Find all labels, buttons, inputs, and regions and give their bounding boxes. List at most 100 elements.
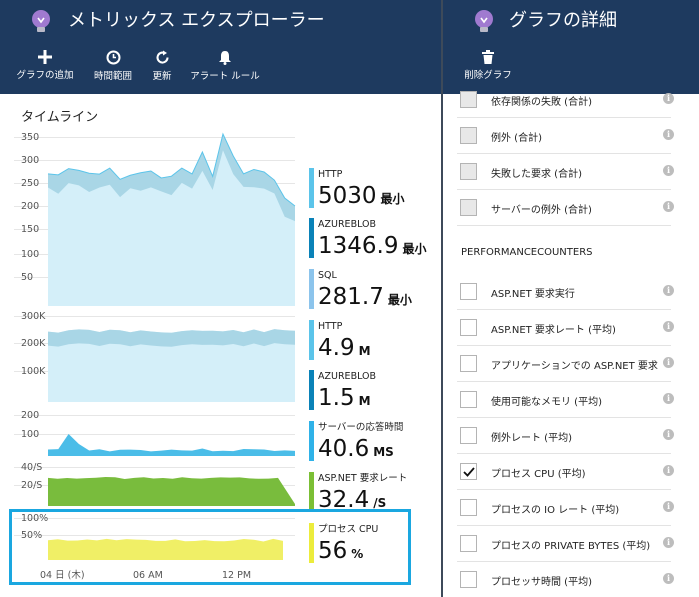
performance-counter-row[interactable]: ASP.NET 要求実行 i [457,274,674,310]
section-header-performancecounters: PERFORMANCECOUNTERS [461,247,593,258]
checkbox[interactable] [460,319,477,336]
info-icon[interactable]: i [663,393,674,404]
checkbox[interactable] [460,499,477,516]
metric-chart[interactable]: 200 100 サーバーの応答時間 40.6 MS [14,410,403,462]
info-icon[interactable]: i [663,201,674,212]
checkbox[interactable] [460,355,477,372]
metric-option-label: ASP.NET 要求レート (平均) [491,325,616,336]
info-icon[interactable]: i [663,357,674,368]
metric-value: 1.5 [318,385,355,411]
metric-label: HTTP [318,321,343,332]
metric-option-label: プロセス CPU (平均) [491,469,586,480]
metric-option-row[interactable]: 依存関係の失敗 (合計) i [457,82,674,118]
refresh-button[interactable]: 更新 [146,50,178,84]
checkbox[interactable] [460,535,477,552]
performance-counter-row[interactable]: アプリケーションでの ASP.NET 要求 i [457,346,674,382]
metric-color-swatch [309,320,314,360]
metric-summary[interactable]: HTTP 5030 最小 [309,168,405,209]
metric-color-swatch [309,269,314,309]
metric-option-label: プロセッサ時間 (平均) [491,577,592,588]
performance-counter-row[interactable]: プロセス CPU (平均) i [457,454,674,490]
metric-option-label: 使用可能なメモリ (平均) [491,397,602,408]
checkbox[interactable] [460,199,477,216]
performance-counter-row[interactable]: プロセッサ時間 (平均) i [457,562,674,597]
metric-suffix: MS [373,445,394,459]
metric-option-label: 例外 (合計) [491,133,542,144]
info-icon[interactable]: i [663,573,674,584]
time-range-label: 時間範囲 [93,71,132,82]
checkbox[interactable] [460,163,477,180]
y-tick-label: 150 [21,224,39,235]
metric-color-swatch [309,218,314,258]
y-tick-label: 100 [21,429,39,440]
blade-title: メトリックス エクスプローラー [68,10,325,31]
alert-rules-button[interactable]: アラート ルール [189,50,261,84]
metric-label: ASP.NET 要求レート [318,472,407,484]
info-icon[interactable]: i [663,165,674,176]
metric-chart[interactable]: 40/S 20/S ASP.NET 要求レート32.4/S [14,462,407,513]
metric-option-row[interactable]: サーバーの例外 (合計) i [457,190,674,226]
metric-label: SQL [318,270,338,281]
metric-option-label: 例外レート (平均) [491,433,572,444]
metric-value: 281.7 [318,284,384,310]
info-icon[interactable]: i [663,537,674,548]
metric-color-swatch [309,472,314,512]
y-tick-label: 100K [21,366,46,377]
metric-suffix: 最小 [402,241,426,256]
checkbox[interactable] [460,571,477,588]
blade-title: グラフの詳細 [509,10,617,31]
checkbox[interactable] [460,427,477,444]
add-chart-button[interactable]: グラフの追加 [14,50,76,84]
metric-value: 1346.9 [318,233,398,259]
metric-label: AZUREBLOB [318,371,376,382]
checkbox[interactable] [460,391,477,408]
time-range-button[interactable]: 時間範囲 [90,50,136,84]
info-icon[interactable]: i [663,129,674,140]
chart-details-blade: グラフの詳細 削除グラフ PERFORMANCECOUNTERS 依存関係の失敗… [443,0,699,597]
refresh-icon [156,50,169,64]
refresh-label: 更新 [152,71,172,82]
delete-chart-button[interactable]: 削除グラフ [459,50,517,84]
info-icon[interactable]: i [663,285,674,296]
metric-color-swatch [309,421,314,461]
info-icon[interactable]: i [663,429,674,440]
chart-details-body: PERFORMANCECOUNTERS 依存関係の失敗 (合計) i 例外 (合計)… [443,91,699,597]
metric-summary[interactable]: AZUREBLOB 1346.9 最小 [309,218,427,259]
metric-summary[interactable]: SQL 281.7 最小 [309,269,412,310]
metric-value: 5030 [318,183,377,209]
metric-chart[interactable]: 300K 200K 100K HTTP 4.9 M AZUREBLOB 1.5 M [14,311,376,411]
performance-counter-row[interactable]: プロセスの PRIVATE BYTES (平均) i [457,526,674,562]
request-rate-area [48,477,295,506]
metric-summary[interactable]: AZUREBLOB 1.5 M [309,370,376,411]
info-icon[interactable]: i [663,465,674,476]
metric-value: 4.9 [318,335,355,361]
metric-option-label: 依存関係の失敗 (合計) [491,97,592,108]
y-tick-label: 300 [21,155,39,166]
checkbox[interactable] [460,91,477,108]
performance-counter-row[interactable]: 例外レート (平均) i [457,418,674,454]
trash-icon [482,50,494,64]
chart-details-header: グラフの詳細 削除グラフ [443,0,699,94]
metric-summary[interactable]: サーバーの応答時間 40.6 MS [309,421,403,462]
alert-rules-label: アラート ルール [190,71,260,82]
checkbox-checked[interactable] [460,463,477,480]
metric-chart[interactable]: 350 300 250 200 150 100 50 HTTP 5030 最小 AZUREBLOB 1… [14,132,427,310]
metric-option-row[interactable]: 例外 (合計) i [457,118,674,154]
checkbox[interactable] [460,283,477,300]
selected-chart-highlight[interactable] [9,509,411,585]
metric-suffix: M [359,344,371,358]
checkbox[interactable] [460,127,477,144]
metric-summary[interactable]: ASP.NET 要求レート32.4/S [309,472,407,513]
metric-option-row[interactable]: 失敗した要求 (合計) i [457,154,674,190]
info-icon[interactable]: i [663,93,674,104]
metric-summary[interactable]: HTTP 4.9 M [309,320,371,361]
metric-color-swatch [309,168,314,208]
info-icon[interactable]: i [663,321,674,332]
performance-counter-row[interactable]: ASP.NET 要求レート (平均) i [457,310,674,346]
info-icon[interactable]: i [663,501,674,512]
metrics-explorer-body: タイムライン 350 300 250 200 150 100 50 HTTP 5030 最小 AZU… [0,94,441,597]
y-tick-label: 100 [21,249,39,260]
performance-counter-row[interactable]: プロセスの IO レート (平均) i [457,490,674,526]
y-tick-label: 50 [21,272,33,283]
performance-counter-row[interactable]: 使用可能なメモリ (平均) i [457,382,674,418]
